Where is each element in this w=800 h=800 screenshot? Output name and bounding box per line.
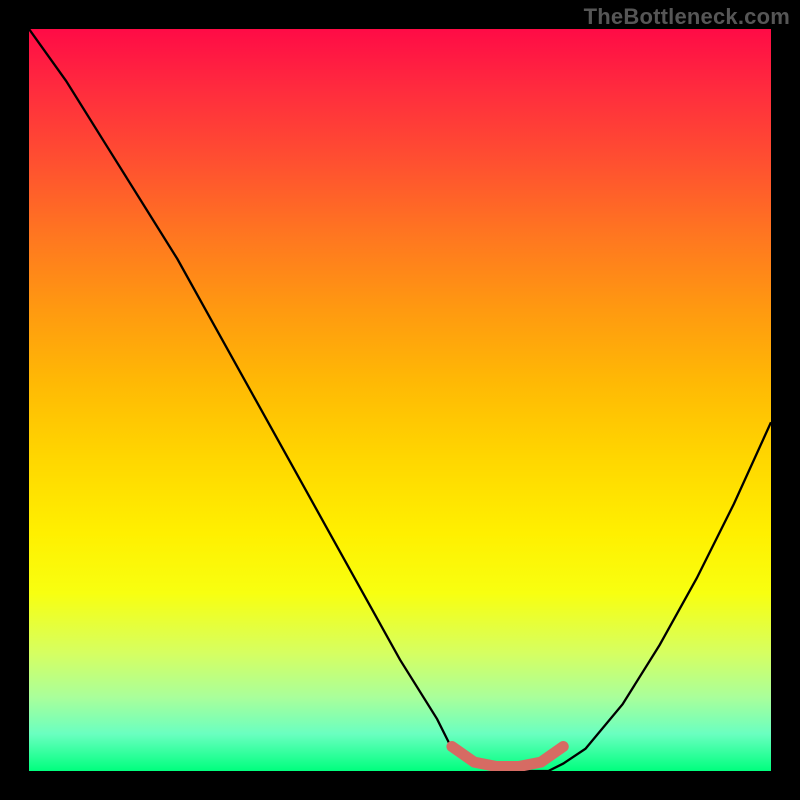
optimal-zone-marker bbox=[452, 747, 563, 767]
bottleneck-curve bbox=[29, 29, 771, 771]
plot-area bbox=[29, 29, 771, 771]
attribution-text: TheBottleneck.com bbox=[584, 4, 790, 30]
chart-frame: TheBottleneck.com bbox=[0, 0, 800, 800]
chart-svg bbox=[29, 29, 771, 771]
